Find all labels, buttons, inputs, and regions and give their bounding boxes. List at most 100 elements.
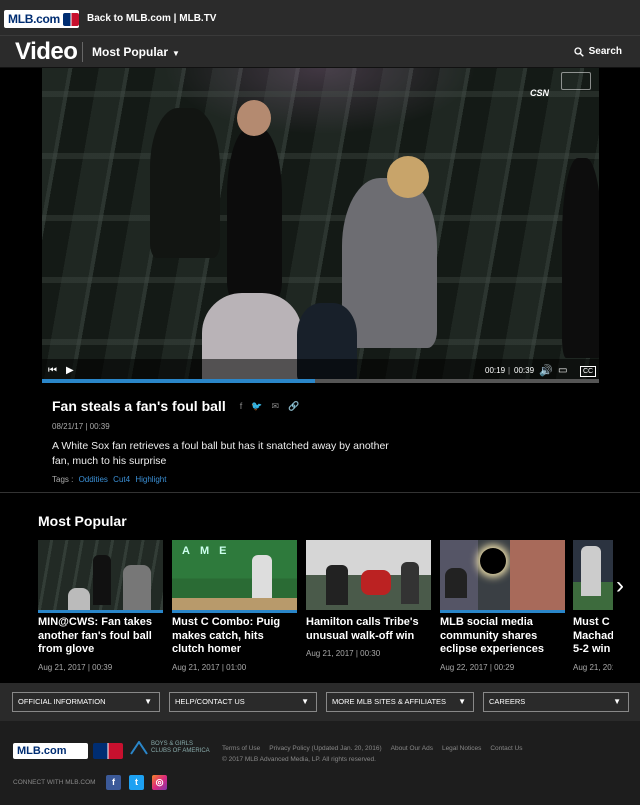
header-divider [82, 42, 83, 62]
video-description: A White Sox fan retrieves a foul ball bu… [52, 440, 389, 467]
chevron-right-icon[interactable]: › [616, 572, 624, 600]
accent-bar [172, 610, 297, 613]
mlb-logo-text: MLB.com [8, 12, 60, 26]
footer-dropdown-bar: OFFICIAL INFORMATION ▼ HELP/CONTACT US ▼ M… [0, 683, 640, 721]
tag-link[interactable]: Highlight [135, 475, 166, 484]
fan-figure [387, 156, 429, 198]
mlb-batter-logo-icon[interactable] [93, 743, 123, 759]
video-card[interactable]: Hamilton calls Tribe's unusual walk-off … [306, 540, 431, 658]
fan-figure [562, 158, 599, 358]
fan-figure [227, 128, 282, 298]
video-player[interactable]: CSN ⏮ ▶ 00:19 | 00:39 🔊 ▭ CC [42, 68, 599, 383]
page-title: Video [15, 38, 78, 65]
skip-back-icon[interactable]: ⏮ [48, 365, 57, 377]
time-separator: | [508, 366, 511, 375]
thumb-spacer [573, 610, 613, 613]
card-date: Aug 22, 2017 | 00:29 [440, 662, 515, 672]
video-thumbnail [440, 540, 565, 610]
site-footer: MLB.com BOYS & GIRLS CLUBS OF AMERICA Te… [0, 721, 640, 805]
volume-icon[interactable]: 🔊 [539, 365, 553, 377]
progress-bar[interactable] [42, 379, 599, 383]
copyright: © 2017 MLB Advanced Media, LP. All right… [222, 756, 376, 763]
thumb-spacer [306, 610, 431, 613]
category-dropdown[interactable]: Most Popular ▼ [92, 45, 180, 59]
video-thumbnail [306, 540, 431, 610]
boys-girls-clubs-logo[interactable]: BOYS & GIRLS CLUBS OF AMERICA [130, 741, 211, 755]
connect-label: CONNECT WITH MLB.COM [13, 779, 96, 786]
footer-mlb-logo[interactable]: MLB.com [13, 743, 88, 759]
video-card[interactable]: Must C Combo: Machado powers O's to 5-2 … [573, 540, 613, 672]
tag-link[interactable]: Oddities [79, 475, 108, 484]
footer-link[interactable]: Terms of Use [222, 745, 260, 752]
caret-down-icon: ▼ [458, 697, 466, 706]
video-meta: 08/21/17 | 00:39 [52, 422, 110, 431]
duration: 00:39 [514, 366, 535, 375]
caret-down-icon: ▼ [172, 49, 180, 58]
more-sites-dropdown[interactable]: MORE MLB SITES & AFFILIATES ▼ [326, 692, 474, 712]
active-indicator [38, 610, 163, 613]
instagram-icon[interactable]: ◎ [152, 775, 167, 790]
category-dropdown-label: Most Popular [92, 45, 169, 59]
search-icon [573, 46, 584, 57]
network-bug: CSN [529, 88, 549, 98]
link-share-icon[interactable]: 🔗 [288, 401, 299, 412]
video-card[interactable]: MIN@CWS: Fan takes another fan's foul ba… [38, 540, 163, 672]
facebook-icon[interactable]: f [106, 775, 121, 790]
footer-link[interactable]: About Our Ads [391, 745, 433, 752]
card-title: Must C Combo: Machado powers O's to 5-2 … [573, 616, 613, 655]
footer-mlb-logo-text: MLB.com [17, 745, 67, 757]
mlb-watermark-icon [561, 72, 591, 90]
twitter-icon[interactable]: t [129, 775, 144, 790]
video-title-row: Fan steals a fan's foul ball f 🐦 ✉ 🔗 [52, 398, 612, 414]
card-title: Must C Combo: Puig makes catch, hits clu… [172, 616, 281, 655]
fan-figure [237, 100, 271, 136]
dropdown-label: MORE MLB SITES & AFFILIATES [332, 697, 447, 706]
official-information-dropdown[interactable]: OFFICIAL INFORMATION ▼ [12, 692, 160, 712]
tags-label: Tags : [52, 475, 74, 484]
search-button[interactable]: Search [573, 46, 622, 57]
card-title: MIN@CWS: Fan takes another fan's foul ba… [38, 616, 153, 655]
search-label: Search [588, 46, 622, 57]
footer-link[interactable]: Privacy Policy (Updated Jan. 20, 2016) [269, 745, 381, 752]
caret-down-icon: ▼ [144, 697, 152, 706]
video-tags: Tags : Oddities Cut4 Highlight [52, 475, 612, 484]
fan-figure [150, 108, 220, 258]
card-date: Aug 21, 2017 [573, 662, 613, 672]
caret-down-icon: ▼ [613, 697, 621, 706]
card-title: Hamilton calls Tribe's unusual walk-off … [306, 616, 419, 642]
dropdown-label: CAREERS [489, 697, 526, 706]
top-bar: MLB.com Back to MLB.com | MLB.TV [0, 0, 640, 36]
player-controls: ⏮ ▶ 00:19 | 00:39 🔊 ▭ CC [42, 359, 599, 383]
fan-figure [342, 178, 437, 348]
footer-link[interactable]: Contact Us [490, 745, 522, 752]
email-share-icon[interactable]: ✉ [271, 401, 279, 412]
tag-link[interactable]: Cut4 [113, 475, 130, 484]
dropdown-label: HELP/CONTACT US [175, 697, 245, 706]
careers-dropdown[interactable]: CAREERS ▼ [483, 692, 629, 712]
fullscreen-icon[interactable]: ▭ [558, 365, 567, 377]
footer-link[interactable]: Legal Notices [442, 745, 481, 752]
progress-fill [42, 379, 315, 383]
play-icon[interactable]: ▶ [66, 365, 74, 377]
twitter-share-icon[interactable]: 🐦 [251, 401, 262, 412]
video-thumbnail: AME [172, 540, 297, 610]
bgca-icon [130, 741, 148, 755]
share-icons: f 🐦 ✉ 🔗 [240, 401, 300, 412]
closed-captions-icon[interactable]: CC [580, 366, 597, 377]
help-contact-dropdown[interactable]: HELP/CONTACT US ▼ [169, 692, 317, 712]
card-date: Aug 21, 2017 | 00:39 [38, 662, 113, 672]
video-thumbnail [573, 540, 613, 610]
card-date: Aug 21, 2017 | 01:00 [172, 662, 247, 672]
video-card[interactable]: AME Must C Combo: Puig makes catch, hits… [172, 540, 297, 672]
bgca-text: BOYS & GIRLS CLUBS OF AMERICA [151, 741, 210, 754]
mlb-logo[interactable]: MLB.com [4, 10, 79, 28]
footer-links: Terms of Use Privacy Policy (Updated Jan… [222, 745, 523, 752]
video-details: Fan steals a fan's foul ball f 🐦 ✉ 🔗 08/… [52, 398, 612, 484]
facebook-share-icon[interactable]: f [240, 401, 243, 412]
video-card[interactable]: MLB social media community shares eclips… [440, 540, 565, 672]
dropdown-label: OFFICIAL INFORMATION [18, 697, 106, 706]
video-header: Video Most Popular ▼ Search [0, 36, 640, 68]
mlb-batter-logo-icon [62, 12, 79, 26]
top-links[interactable]: Back to MLB.com | MLB.TV [87, 13, 216, 24]
card-title: MLB social media community shares eclips… [440, 616, 544, 655]
